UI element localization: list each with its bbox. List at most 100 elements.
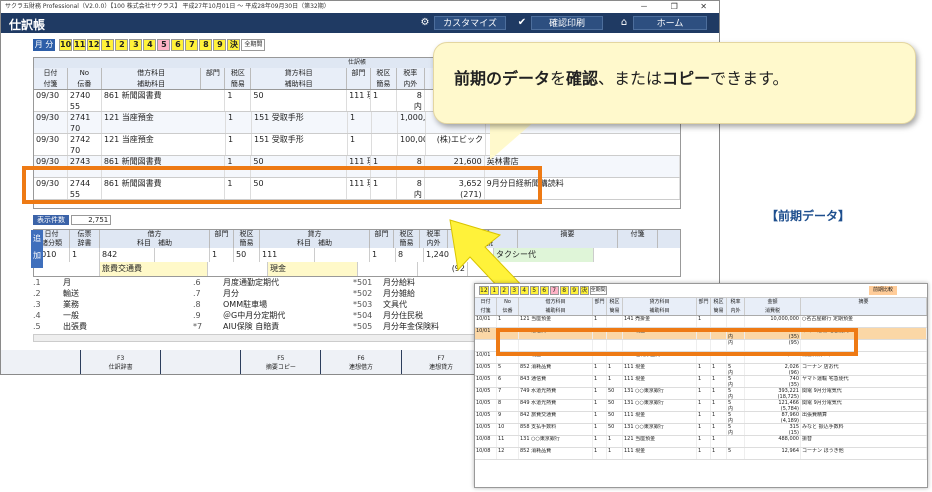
month-10[interactable]: 8	[199, 39, 213, 51]
inset-month-9[interactable]: 9	[569, 286, 579, 295]
code-item[interactable]: *7 AIU保険 自賠責	[193, 322, 279, 332]
entry-row[interactable]: 1010 1 842 1 50 111 1 8 1,240 タクシー代	[34, 248, 680, 262]
month-selector: 10 11 12 1 2 3 4 5 6 7 8 9 決全期間	[59, 39, 266, 51]
inset-cell	[727, 316, 745, 327]
function-key-2[interactable]	[161, 350, 241, 374]
code-item[interactable]: .7 月分	[193, 289, 239, 299]
month-7[interactable]: 5	[157, 39, 171, 51]
function-key-0[interactable]	[1, 350, 81, 374]
print-confirm-button[interactable]: 確認印刷	[531, 16, 603, 30]
month-11[interactable]: 9	[213, 39, 227, 51]
callout-part-6: できます。	[710, 69, 789, 88]
inset-table-row[interactable]: 10/05 10 858 支払手数料 1 50 131 ○○東京銀行 1 1 5 内 315 (1…	[475, 424, 927, 436]
month-6[interactable]: 4	[143, 39, 157, 51]
inset-col-header-1: No 伝番	[497, 298, 519, 315]
code-item[interactable]: *505 月分年金保険料	[353, 322, 439, 332]
entry-field-8[interactable]: 1	[370, 248, 396, 262]
customize-button[interactable]: カスタマイズ	[434, 16, 506, 30]
entry-field-3[interactable]	[155, 248, 210, 262]
entry-field-2[interactable]: 842	[100, 248, 155, 262]
inset-cell: 10/05	[475, 364, 497, 375]
inset-cell: 1	[593, 364, 607, 375]
inset-cell: 10/05	[475, 376, 497, 387]
inset-month-8[interactable]: 8	[559, 286, 569, 295]
inset-col-header-0: 日付 付箋	[475, 298, 497, 315]
month-0[interactable]: 10	[59, 39, 73, 51]
month-3[interactable]: 1	[101, 39, 115, 51]
entry-field-1[interactable]: 1	[70, 248, 100, 262]
inset-table-row[interactable]: 10/05 8 849 水道光熱費 1 50 131 ○○東京銀行 1 1 5 内 121,466…	[475, 400, 927, 412]
inset-cell: 10/01	[475, 328, 497, 339]
entry-field-5[interactable]: 50	[234, 248, 260, 262]
month-2[interactable]: 12	[87, 39, 101, 51]
inset-cell: 141 売掛金	[623, 316, 697, 327]
code-item[interactable]: .8 OMM駐車場	[193, 300, 267, 310]
inset-month-7[interactable]: 7	[549, 286, 559, 295]
function-key-3[interactable]: F5 摘要コピー	[241, 350, 321, 374]
inset-month-6[interactable]: 6	[539, 286, 549, 295]
code-label: AIU保険 自賠責	[223, 322, 280, 331]
month-5[interactable]: 3	[129, 39, 143, 51]
window-controls[interactable]: － ❐ ✕	[640, 1, 717, 13]
inset-month-1[interactable]: 1	[489, 286, 499, 295]
function-key-5[interactable]: F7 連想貸方	[401, 350, 481, 374]
inset-month-10[interactable]: 決	[579, 286, 589, 295]
record-count-label: 表示件数	[33, 215, 69, 225]
inset-month-2[interactable]: 2	[499, 286, 509, 295]
entry-names-row: 旅費交通費 現金 (92	[34, 262, 680, 276]
grid-col-header-1: No 伝番	[68, 68, 102, 89]
function-key-4[interactable]: F6 連想借方	[321, 350, 401, 374]
code-key: *502	[353, 289, 373, 298]
table-row[interactable]: 09/302742 70121 当座預金1151 受取手形1100,000 (株…	[34, 134, 680, 156]
code-item[interactable]: .9 ＠G中月分定期代	[193, 311, 285, 321]
code-item[interactable]: .6 月度通勤定期代	[193, 278, 279, 288]
code-label: 月分雑給	[383, 289, 415, 298]
function-key-1[interactable]: F3 仕訳辞書	[81, 350, 161, 374]
month-8[interactable]: 6	[171, 39, 185, 51]
inset-table-row[interactable]: 10/05 7 749 水道光熱費 1 50 131 ○○東京銀行 1 1 5 内 393,221…	[475, 388, 927, 400]
inset-cell: 1	[697, 424, 711, 435]
inset-table-row[interactable]: 10/05 5 852 消耗品費 1 1 111 現金 1 1 5 内 2,026 (96) コーナ…	[475, 364, 927, 376]
code-key: *505	[353, 322, 373, 331]
code-item[interactable]: .3 業務	[33, 300, 79, 310]
inset-table-row[interactable]: 10/05 6 843 通信費 1 1 111 現金 1 1 5 内 740 (35) ヤマト運輸 …	[475, 376, 927, 388]
entry-field-6[interactable]: 111	[260, 248, 315, 262]
inset-month-4[interactable]: 4	[519, 286, 529, 295]
inset-month-5[interactable]: 5	[529, 286, 539, 295]
inset-month-3[interactable]: 3	[509, 286, 519, 295]
compare-button[interactable]: 前期比較	[869, 286, 897, 295]
code-item[interactable]: .4 一般	[33, 311, 79, 321]
home-button[interactable]: ホーム	[633, 16, 707, 30]
code-item[interactable]: *504 月分住民税	[353, 311, 423, 321]
inset-cell: 488,000	[745, 436, 801, 447]
code-item[interactable]: *502 月分雑給	[353, 289, 415, 299]
month-4[interactable]: 2	[115, 39, 129, 51]
inset-cell: 10/05	[475, 400, 497, 411]
month-12[interactable]: 決	[227, 39, 241, 51]
inset-table-row[interactable]: 10/08 12 852 消耗品費 1 1 111 現金 1 1 5 12,964 コーナン ほうき…	[475, 448, 927, 460]
entry-field-7[interactable]	[315, 248, 370, 262]
inset-table-row[interactable]: 10/05 9 842 旅費交通費 1 50 111 現金 1 1 5 内 87,960 (4,1…	[475, 412, 927, 424]
inset-table-row[interactable]: 10/01 1 121 当座預金 1 141 売掛金 1 10,000,000 ○名古屋銀行 …	[475, 316, 927, 328]
inset-cell: 10/08	[475, 436, 497, 447]
callout-tail	[490, 120, 536, 160]
code-item[interactable]: *503 文具代	[353, 300, 407, 310]
highlight-previous-row	[496, 328, 858, 356]
code-item[interactable]: *501 月分給料	[353, 278, 415, 288]
inset-table-row[interactable]: 10/08 11 131 ○○東京銀行 1 1 121 当座預金 1 1 488,000 振替	[475, 436, 927, 448]
month-1[interactable]: 11	[73, 39, 87, 51]
code-item[interactable]: .5 出張費	[33, 322, 87, 332]
inset-cell: 1	[593, 436, 607, 447]
grid-cell: 121 当座預金	[102, 112, 226, 133]
inset-cell: 1	[607, 436, 623, 447]
inset-cell: 131 ○○東京銀行	[519, 436, 593, 447]
code-item[interactable]: .2 輸送	[33, 289, 79, 299]
inset-all-period-button[interactable]: 全期間	[589, 286, 607, 295]
code-item[interactable]: .1 月	[33, 278, 71, 288]
all-period-button[interactable]: 全期間	[241, 39, 266, 51]
inset-month-0[interactable]: 12	[479, 286, 489, 295]
entry-field-9[interactable]: 8	[396, 248, 424, 262]
code-label: 月分給料	[383, 278, 415, 287]
month-9[interactable]: 7	[185, 39, 199, 51]
entry-field-4[interactable]: 1	[210, 248, 234, 262]
